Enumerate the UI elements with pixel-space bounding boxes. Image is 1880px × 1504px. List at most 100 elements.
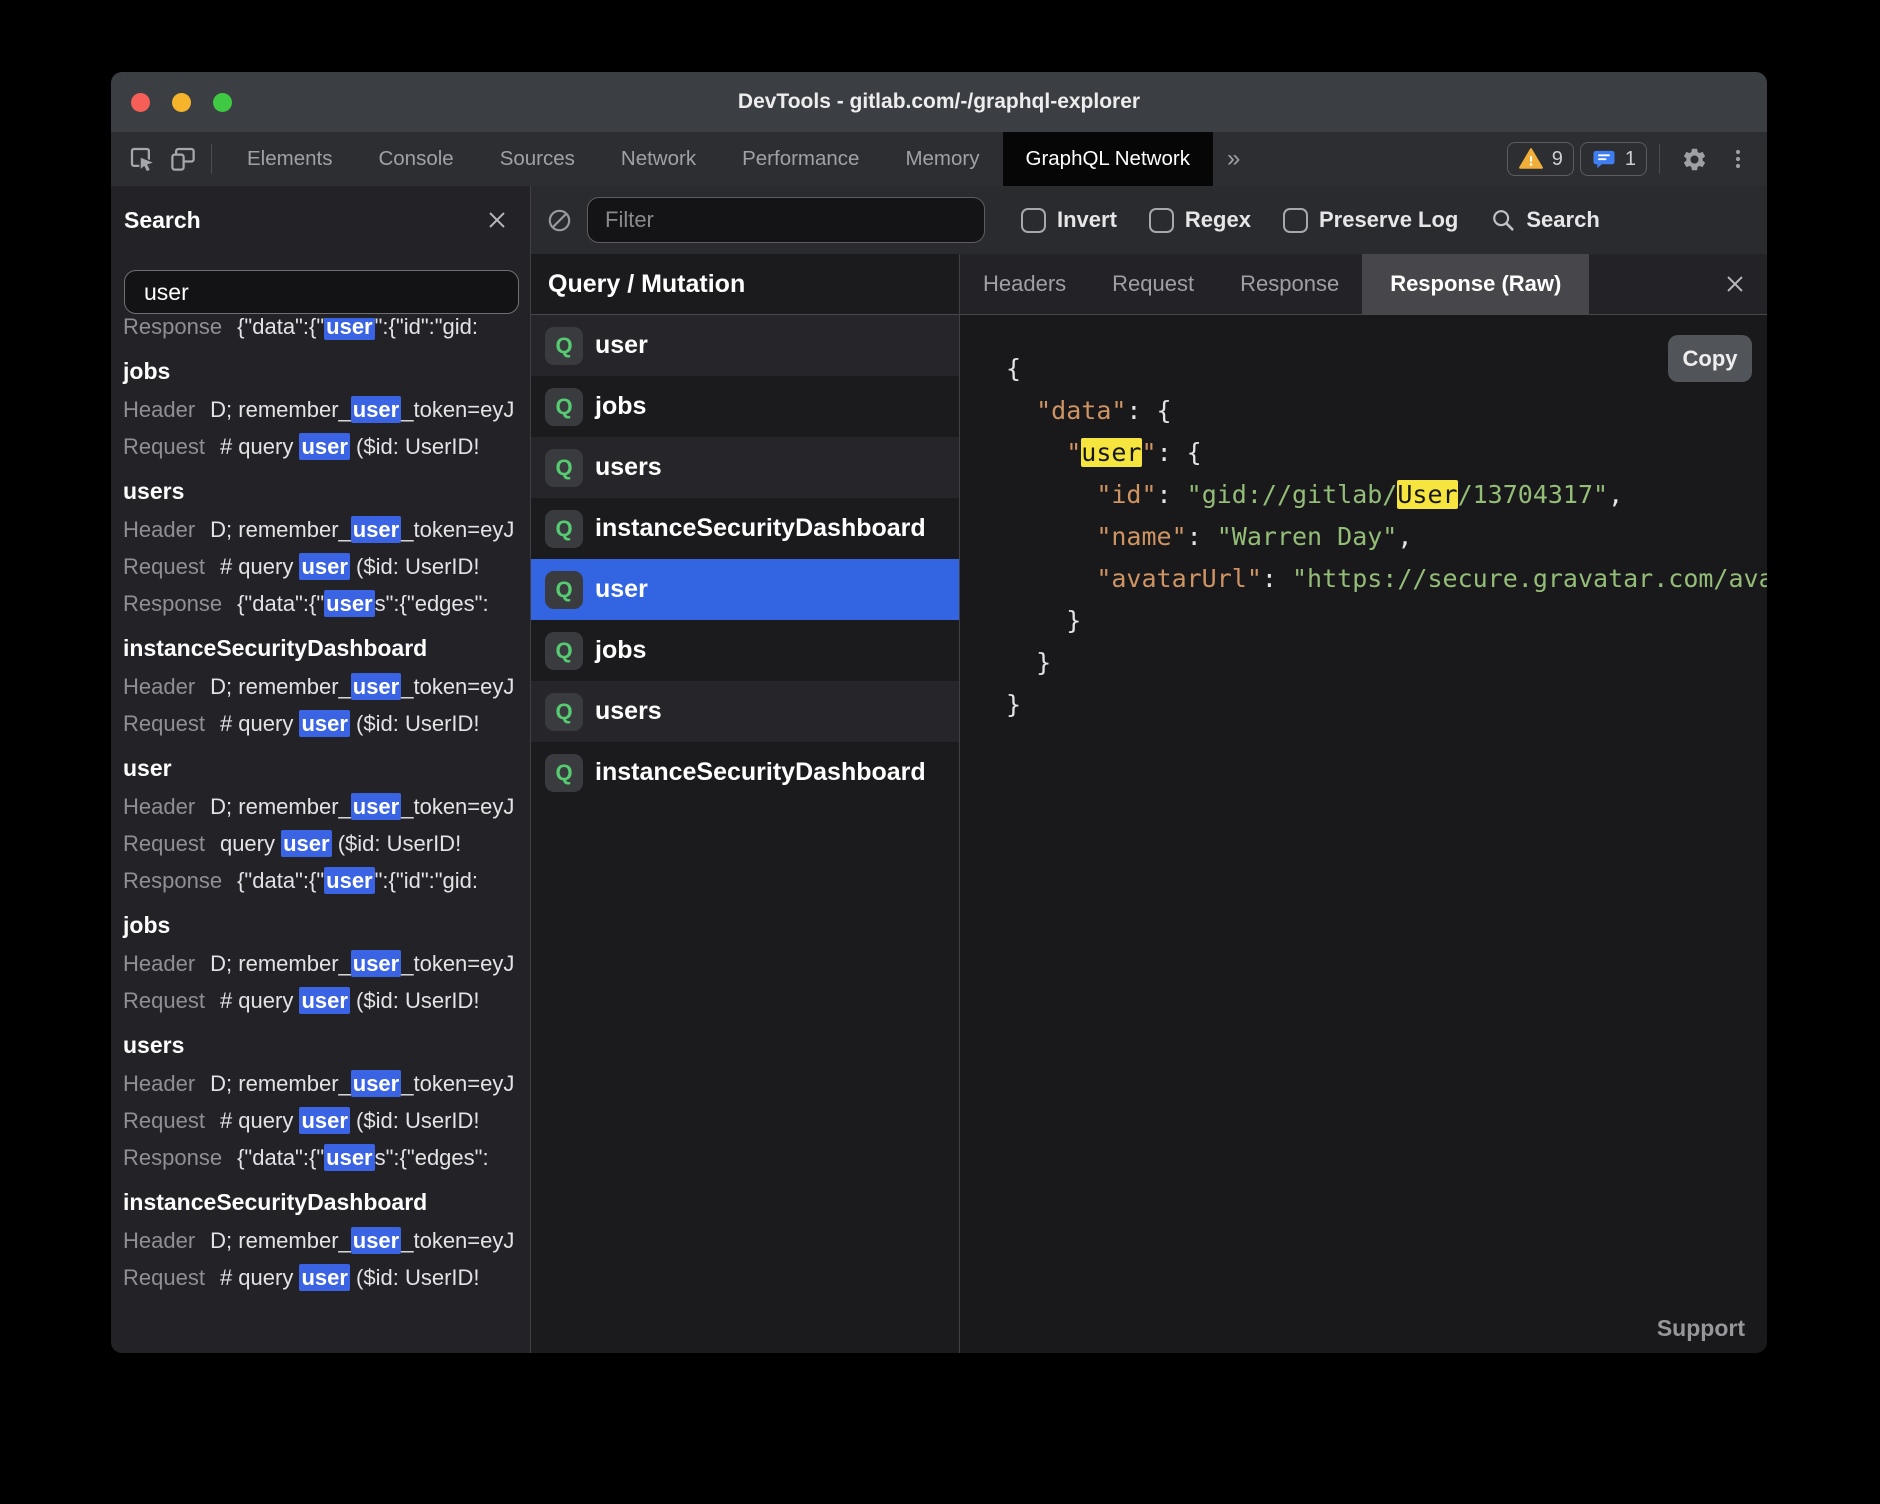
tab-performance[interactable]: Performance [719,132,882,186]
result-line-request[interactable]: Request# query user ($id: UserID! [123,1106,530,1135]
warnings-badge[interactable]: 9 [1507,142,1574,176]
titlebar: DevTools - gitlab.com/-/graphql-explorer [111,72,1767,133]
result-line-request[interactable]: Request# query user ($id: UserID! [123,986,530,1015]
result-line-response[interactable]: Response{"data":{"users":{"edges": [123,1143,530,1172]
sub-toolbar: Search Invert Regex Preserve Log [111,186,1767,255]
json-token: , [1608,480,1623,509]
filter-input[interactable] [587,197,985,243]
result-text: D; remember_ [210,397,351,422]
result-line-header[interactable]: HeaderD; remember_user_token=eyJ [123,395,530,424]
result-line-request[interactable]: Request# query user ($id: UserID! [123,432,530,461]
result-line-header[interactable]: HeaderD; remember_user_token=eyJ [123,1069,530,1098]
result-line-label: Header [123,397,195,422]
json-token: : [1262,564,1292,593]
tab-console[interactable]: Console [355,132,476,186]
json-token: : { [1157,438,1202,467]
query-row-user[interactable]: Quser [531,559,959,620]
query-row-user[interactable]: Quser [531,315,959,376]
result-line-request[interactable]: Request# query user ($id: UserID! [123,552,530,581]
query-row-label: jobs [595,636,646,665]
result-line-response[interactable]: Response{"data":{"users":{"edges": [123,589,530,618]
match-highlight: user [299,553,349,580]
tab-memory[interactable]: Memory [882,132,1002,186]
result-line-label: Response [123,318,222,339]
query-row-jobs[interactable]: Qjobs [531,376,959,437]
tab-request[interactable]: Request [1089,254,1217,314]
tab-response-raw[interactable]: Response (Raw) [1362,254,1589,314]
query-row-users[interactable]: Qusers [531,437,959,498]
result-text: ($id: UserID! [350,711,480,736]
result-section-title[interactable]: jobs [123,356,530,387]
json-token [1006,438,1066,467]
result-line-header[interactable]: HeaderD; remember_user_token=eyJ [123,515,530,544]
result-section-title[interactable]: users [123,1030,530,1061]
result-line-label: Header [123,794,195,819]
more-tabs-chevron-icon[interactable]: » [1227,145,1240,173]
copy-button[interactable]: Copy [1668,335,1752,382]
result-section-title[interactable]: user [123,753,530,784]
query-row-users[interactable]: Qusers [531,681,959,742]
result-text: _token=eyJ [401,674,514,699]
result-line-request[interactable]: Requestquery user ($id: UserID! [123,829,530,858]
json-token: "id" [1096,480,1156,509]
tab-response[interactable]: Response [1217,254,1362,314]
result-text: _token=eyJ [401,794,514,819]
devtools-tab-list: ElementsConsoleSourcesNetworkPerformance… [224,132,1213,186]
result-line-header[interactable]: HeaderD; remember_user_token=eyJ [123,792,530,821]
query-row-jobs[interactable]: Qjobs [531,620,959,681]
search-panel-header: Search [111,186,531,254]
inspect-element-icon[interactable] [126,143,158,175]
search-input[interactable] [124,270,519,314]
result-line-header[interactable]: HeaderD; remember_user_token=eyJ [123,672,530,701]
result-line-request[interactable]: Request# query user ($id: UserID! [123,1263,530,1292]
query-row-instancesecuritydashboard[interactable]: QinstanceSecurityDashboard [531,742,959,803]
checkbox-label: Invert [1057,207,1117,233]
settings-gear-icon[interactable] [1681,146,1708,173]
result-line-header[interactable]: HeaderD; remember_user_token=eyJ [123,1226,530,1255]
tab-graphql-network[interactable]: GraphQL Network [1003,132,1213,186]
tab-elements[interactable]: Elements [224,132,355,186]
filter-checkboxes: Invert Regex Preserve Log [1021,207,1458,233]
result-text: D; remember_ [210,674,351,699]
result-line-response[interactable]: Response{"data":{"user":{"id":"gid: [123,866,530,895]
invert-checkbox-icon [1021,208,1046,233]
query-row-instancesecuritydashboard[interactable]: QinstanceSecurityDashboard [531,498,959,559]
block-requests-icon[interactable] [546,207,573,234]
kebab-menu-icon[interactable] [1726,146,1750,172]
result-text: # query [220,988,300,1013]
json-token: "Warren Day" [1217,522,1398,551]
window-title: DevTools - gitlab.com/-/graphql-explorer [111,72,1767,132]
result-line-response[interactable]: Response{"data":{"user":{"id":"gid: [123,318,530,341]
result-section-title[interactable]: jobs [123,910,530,941]
result-line-header[interactable]: HeaderD; remember_user_token=eyJ [123,949,530,978]
match-highlight: user [299,987,349,1014]
checkbox-regex[interactable]: Regex [1149,207,1251,233]
screen: DevTools - gitlab.com/-/graphql-explorer… [0,0,1880,1504]
search-match-highlight: user [1081,438,1141,467]
json-line: "avatarUrl": "https://secure.gravatar.co… [1006,558,1767,600]
tab-network[interactable]: Network [598,132,719,186]
result-line-request[interactable]: Request# query user ($id: UserID! [123,709,530,738]
result-text: _token=eyJ [401,397,514,422]
result-section-title[interactable]: instanceSecurityDashboard [123,633,530,664]
checkbox-invert[interactable]: Invert [1021,207,1117,233]
result-section-title[interactable]: instanceSecurityDashboard [123,1187,530,1218]
tab-sources[interactable]: Sources [477,132,598,186]
close-search-icon[interactable] [486,209,508,231]
checkbox-preserve-log[interactable]: Preserve Log [1283,207,1458,233]
match-highlight: user [299,1107,349,1134]
json-token: "avatarUrl" [1096,564,1262,593]
result-text: ($id: UserID! [350,1265,480,1290]
query-type-icon: Q [545,693,583,731]
result-text: ($id: UserID! [350,434,480,459]
device-toolbar-icon[interactable] [167,143,199,175]
network-search-toggle[interactable]: Search [1490,207,1599,233]
close-detail-icon[interactable] [1724,273,1746,295]
support-link[interactable]: Support [1657,1315,1745,1342]
search-toggle-label: Search [1526,207,1599,233]
result-text: # query [220,711,300,736]
result-text: _token=eyJ [401,951,514,976]
tab-headers[interactable]: Headers [960,254,1089,314]
messages-badge[interactable]: 1 [1580,142,1647,176]
result-section-title[interactable]: users [123,476,530,507]
